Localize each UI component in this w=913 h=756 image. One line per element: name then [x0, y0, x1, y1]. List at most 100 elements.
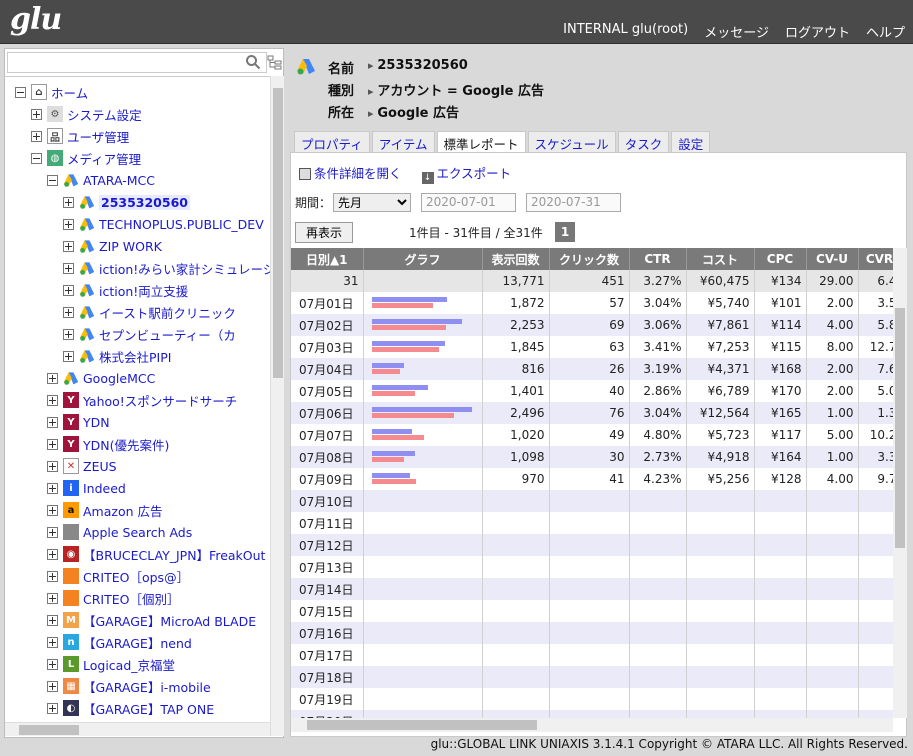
expand-icon[interactable]	[63, 262, 74, 274]
tree-node[interactable]: イースト駅前クリニック	[63, 301, 236, 323]
column-header[interactable]: コスト	[686, 248, 755, 270]
table-row[interactable]: 07月02日 2,253693.06%¥7,861¥1144.005.8	[291, 314, 893, 336]
tab-5[interactable]: 設定	[671, 131, 711, 153]
expand-icon[interactable]	[63, 284, 74, 296]
messages-link[interactable]: メッセージ	[704, 22, 769, 41]
tree-node[interactable]: M 【GARAGE】MicroAd BLADE	[47, 609, 256, 631]
expand-icon[interactable]	[47, 372, 58, 384]
table-row[interactable]: 07月16日	[291, 622, 893, 644]
table-vertical-scrollbar[interactable]	[893, 248, 907, 718]
table-row[interactable]: 07月08日 1,098302.73%¥4,918¥1641.003.3	[291, 446, 893, 468]
table-row[interactable]: 07月03日 1,845633.41%¥7,253¥1158.0012.7	[291, 336, 893, 358]
collapse-icon[interactable]	[31, 152, 42, 164]
tree-node[interactable]: ATARA-MCC	[47, 169, 155, 191]
glu-logo[interactable]: glu	[10, 0, 62, 40]
table-row[interactable]: 07月09日 970414.23%¥5,256¥1284.009.7	[291, 468, 893, 490]
table-row[interactable]: 07月15日	[291, 600, 893, 622]
expand-icon[interactable]	[47, 438, 58, 450]
column-header[interactable]: グラフ	[363, 248, 483, 270]
tree-node[interactable]: a Amazon 広告	[47, 499, 163, 521]
table-row[interactable]: 07月06日 2,496763.04%¥12,564¥1651.001.3	[291, 402, 893, 424]
tree-horizontal-scrollbar[interactable]	[5, 722, 270, 736]
tree-node[interactable]: iction!両立支援	[63, 279, 188, 301]
table-row[interactable]: 07月20日	[291, 710, 893, 718]
table-row[interactable]: 07月04日 816263.19%¥4,371¥1682.007.6	[291, 358, 893, 380]
expand-icon[interactable]	[47, 614, 58, 626]
tree-node[interactable]: TECHNOPLUS.PUBLIC_DEV	[63, 213, 264, 235]
table-row[interactable]: 07月10日	[291, 490, 893, 512]
tree-node[interactable]: ⚙ システム設定	[31, 103, 142, 125]
tree-node[interactable]: L Logicad_京福堂	[47, 653, 175, 675]
tree-node[interactable]: Y YDN(優先案件)	[47, 433, 169, 455]
expand-icon[interactable]	[63, 328, 74, 340]
tree-node[interactable]: Y YDN	[47, 411, 110, 433]
tree-hscroll-thumb[interactable]	[19, 725, 79, 735]
column-header[interactable]: 表示回数	[482, 248, 550, 270]
expand-icon[interactable]	[63, 218, 74, 230]
refresh-button[interactable]: 再表示	[295, 222, 353, 243]
expand-icon[interactable]	[47, 680, 58, 692]
table-row[interactable]: 07月07日 1,020494.80%¥5,723¥1175.0010.2	[291, 424, 893, 446]
expand-icon[interactable]	[47, 504, 58, 516]
column-header[interactable]: CTR	[629, 248, 687, 270]
tree-node[interactable]: i Indeed	[47, 477, 126, 499]
date-from-field[interactable]: 2020-07-01	[421, 193, 517, 212]
expand-icon[interactable]	[47, 592, 58, 604]
tab-3[interactable]: スケジュール	[527, 131, 616, 153]
tree-node[interactable]: セプンビューティー（カ	[63, 323, 236, 345]
tree-node[interactable]: ◉ 【BRUCECLAY_JPN】FreakOut	[47, 543, 265, 565]
expand-icon[interactable]	[47, 526, 58, 538]
column-header[interactable]: CV-U	[806, 248, 859, 270]
expand-icon[interactable]	[47, 482, 58, 494]
expand-icon[interactable]	[47, 394, 58, 406]
table-row[interactable]: 07月01日 1,872573.04%¥5,740¥1012.003.5	[291, 292, 893, 314]
collapse-icon[interactable]	[47, 174, 58, 186]
expand-icon[interactable]	[47, 416, 58, 428]
tree-node[interactable]: ● CRITEO［ops@］	[47, 565, 189, 587]
tree-node[interactable]: iction!みらい家計シミュレーシ	[63, 257, 270, 279]
column-header[interactable]: クリック数	[549, 248, 630, 270]
tree-node[interactable]: n 【GARAGE】nend	[47, 631, 192, 653]
date-to-field[interactable]: 2020-07-31	[526, 193, 622, 212]
expand-icon[interactable]	[63, 306, 74, 318]
table-row[interactable]: 07月17日	[291, 644, 893, 666]
info-location-value[interactable]: Google 広告	[368, 102, 459, 121]
tree-node[interactable]: ◐ 【GARAGE】TAP ONE	[47, 697, 214, 719]
table-row[interactable]: 07月13日	[291, 556, 893, 578]
column-header[interactable]: CVR	[858, 248, 893, 270]
tree-node[interactable]: ✕ ZEUS	[47, 455, 117, 477]
expand-icon[interactable]	[31, 108, 42, 120]
expand-icon[interactable]	[63, 240, 74, 252]
tree-node[interactable]: ● CRITEO［個別］	[47, 587, 179, 609]
tree-vertical-scrollbar[interactable]	[270, 76, 284, 736]
tab-4[interactable]: タスク	[617, 131, 670, 153]
tree-node[interactable]: GoogleMCC	[47, 367, 155, 389]
tree-options-icon[interactable]	[267, 54, 283, 70]
expand-icon[interactable]	[47, 702, 58, 714]
period-select[interactable]: 先月	[333, 193, 412, 212]
export-link[interactable]: ↓ エクスポート	[421, 163, 511, 184]
expand-icon[interactable]	[47, 548, 58, 560]
expand-icon[interactable]	[63, 196, 74, 208]
table-horizontal-scrollbar[interactable]	[291, 718, 893, 732]
tree-node[interactable]: ▦ 【GARAGE】i-mobile	[47, 675, 211, 697]
table-row[interactable]: 07月11日	[291, 512, 893, 534]
tab-0[interactable]: プロパティ	[294, 131, 370, 153]
expand-icon[interactable]	[47, 570, 58, 582]
table-row[interactable]: 07月14日	[291, 578, 893, 600]
tree-node[interactable]: ⌂ ホーム	[15, 81, 88, 103]
expand-icon[interactable]	[63, 350, 74, 362]
collapse-icon[interactable]	[15, 86, 26, 98]
condition-detail-link[interactable]: 条件詳細を開く	[299, 163, 402, 184]
expand-icon[interactable]	[47, 636, 58, 648]
logout-link[interactable]: ログアウト	[785, 22, 850, 41]
tree-search-input[interactable]	[7, 52, 267, 73]
table-row[interactable]: 07月18日	[291, 666, 893, 688]
tree-node[interactable]: ZIP WORK	[63, 235, 162, 257]
page-1-button[interactable]: 1	[555, 222, 575, 242]
expand-icon[interactable]	[31, 130, 42, 142]
tree-node[interactable]: 2535320560	[63, 191, 190, 213]
table-row[interactable]: 07月05日 1,401402.86%¥6,789¥1702.005.0	[291, 380, 893, 402]
help-link[interactable]: ヘルプ	[866, 22, 905, 41]
tree-node[interactable]: ◍ メディア管理	[31, 147, 141, 169]
